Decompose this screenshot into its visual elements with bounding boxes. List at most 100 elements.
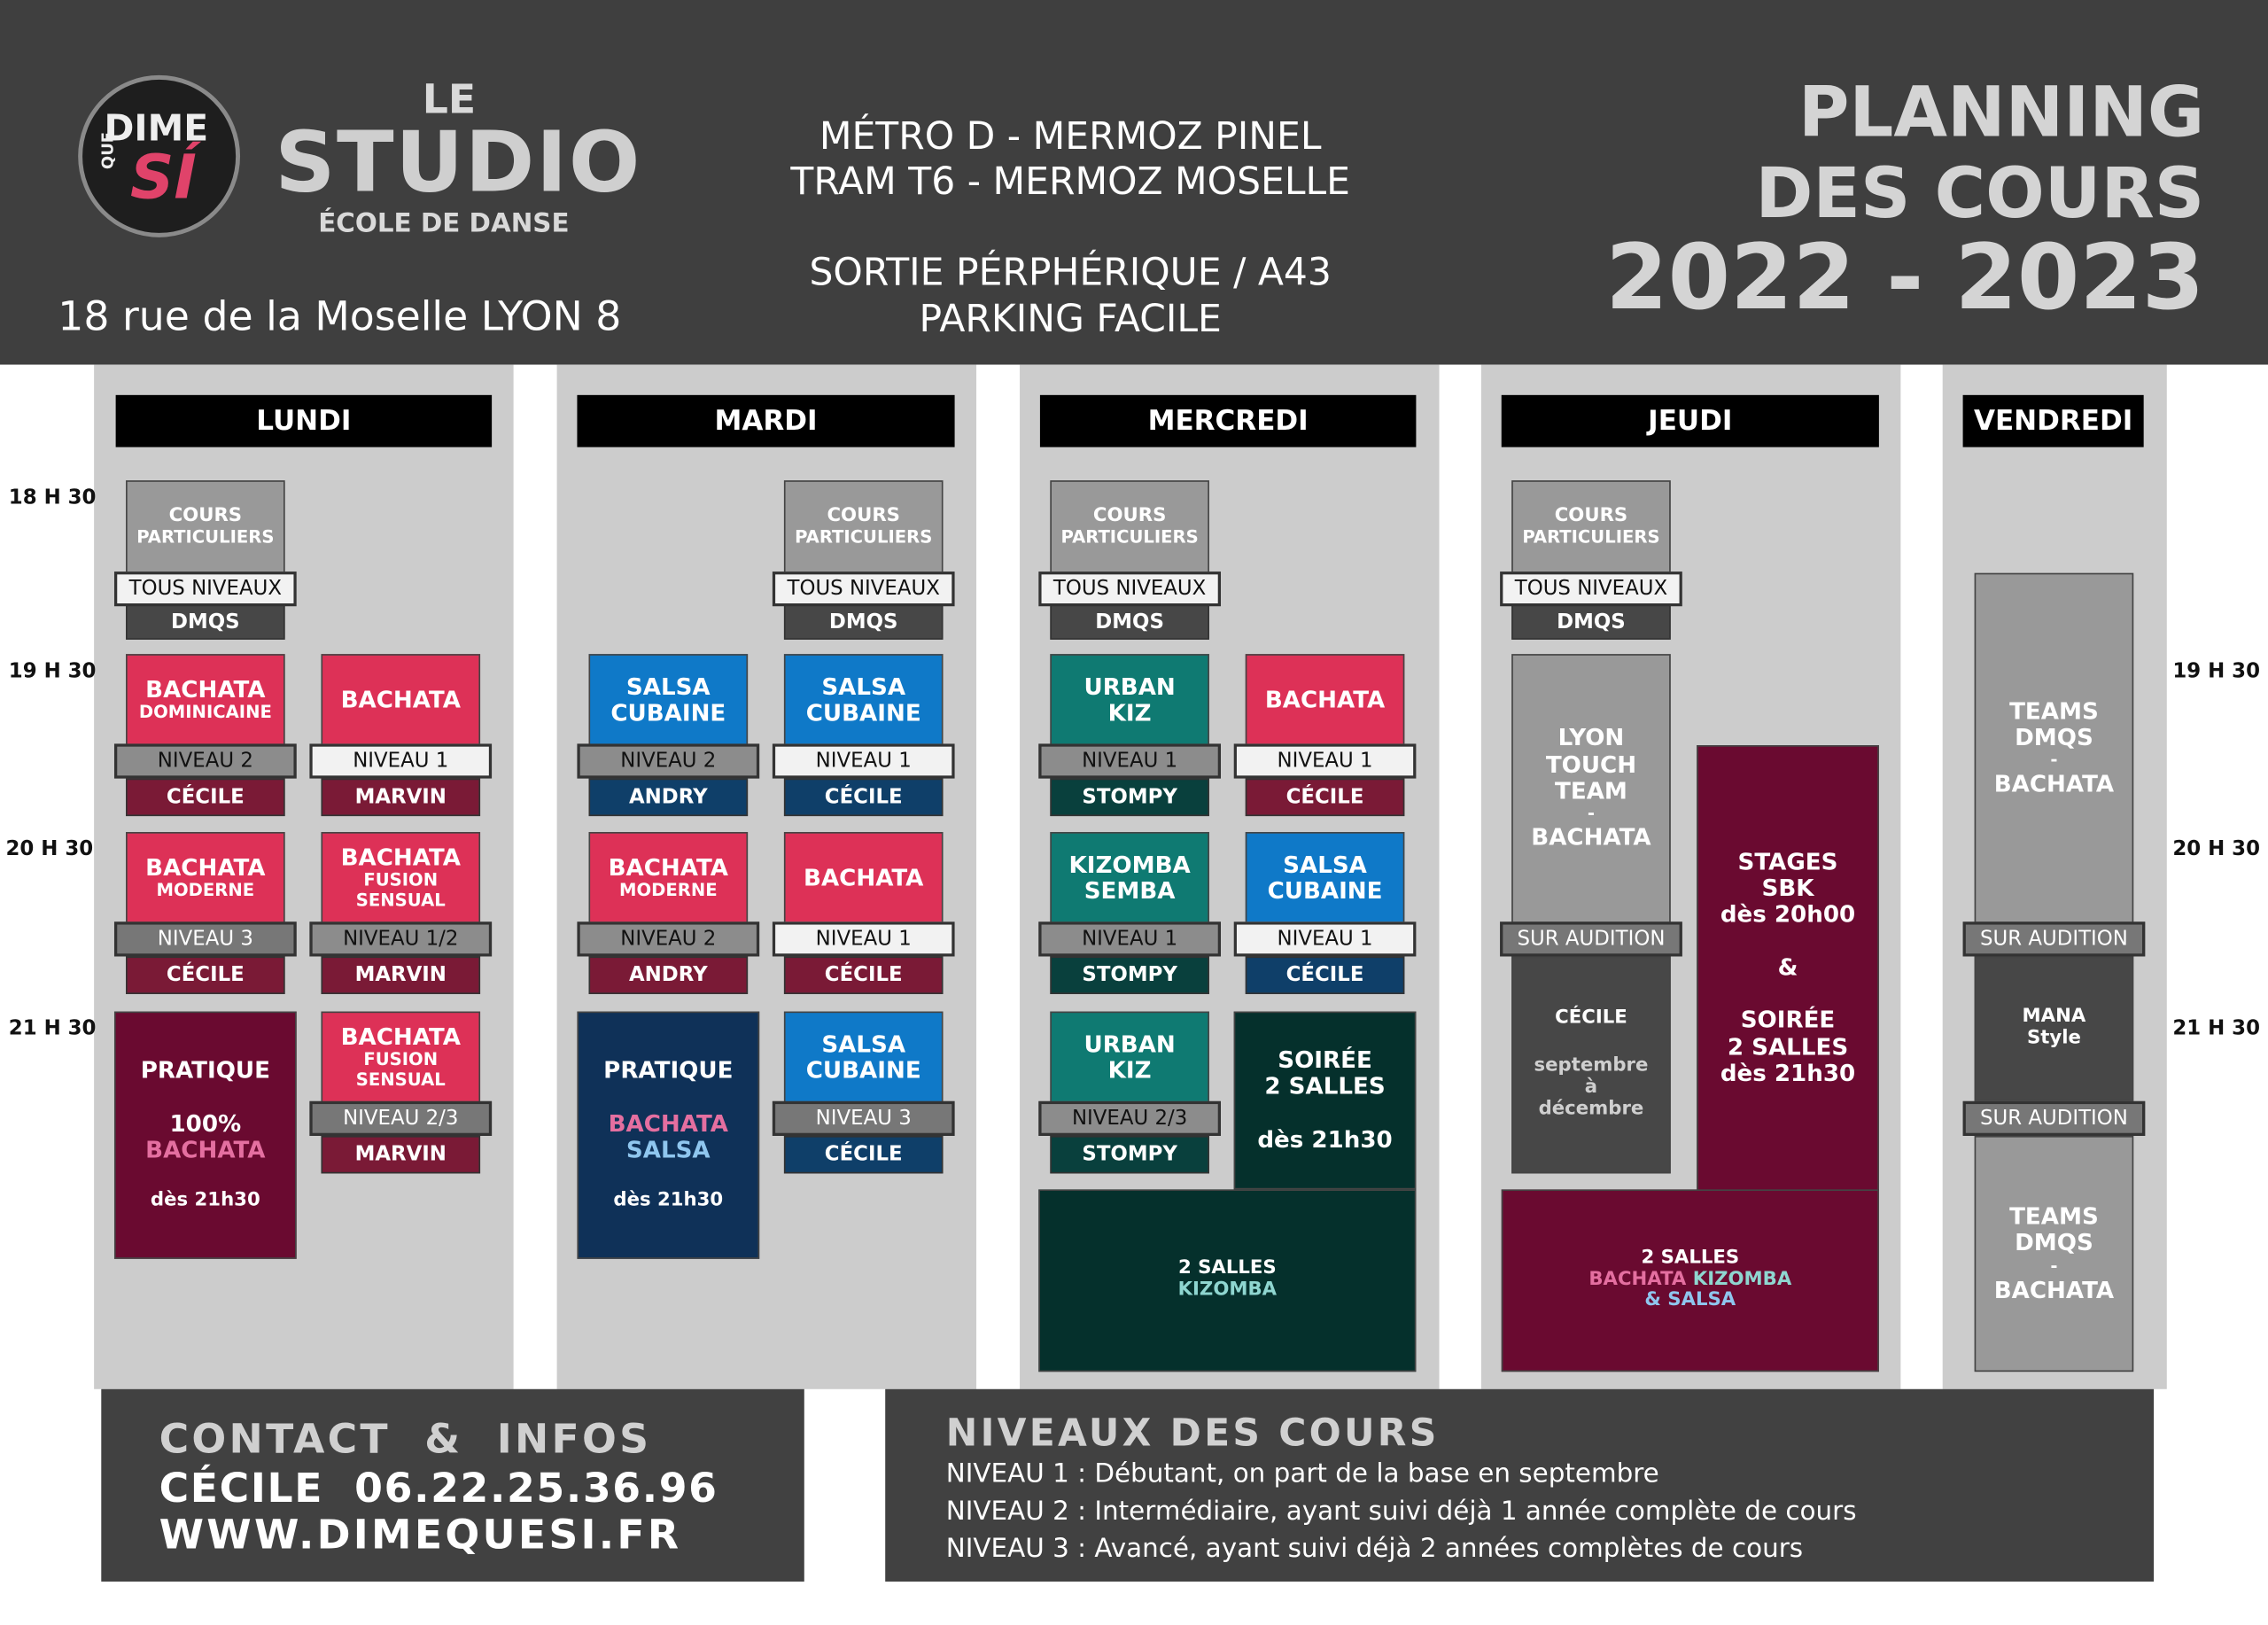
title-des-cours: DES COURS	[1755, 153, 2205, 235]
class-bachata-moderne: BACHATA MODERNE	[588, 832, 749, 925]
levels-title: NIVEAUX DES COURS	[945, 1411, 1440, 1456]
level-tag: NIVEAU 1	[1233, 921, 1417, 957]
class-cours-particuliers: COURS PARTICULIERS	[126, 480, 285, 573]
class-title: BACHATA	[608, 853, 728, 882]
class-bachata-moderne: BACHATA MODERNE	[126, 832, 285, 925]
level-tag: TOUS NIVEAUX	[772, 571, 955, 607]
studio-name: STUDIO	[275, 113, 642, 212]
class-title: BACHATA	[1264, 685, 1386, 713]
level-tag: TOUS NIVEAUX	[1500, 571, 1682, 607]
class-pratique: PRATIQUE BACHATA SALSA dès 21h30	[577, 1011, 760, 1259]
class-urban-kiz: URBAN KIZ	[1050, 654, 1209, 747]
class-title: SALSA	[821, 672, 906, 700]
class-subtitle: CUBAINE	[1267, 876, 1383, 905]
class-subtitle: SALSA	[625, 1136, 711, 1164]
class-subtitle: 2 SALLES	[1727, 1032, 1849, 1061]
style-salsa: & SALSA	[1644, 1289, 1736, 1312]
teacher-tag: CÉCILE	[1245, 778, 1405, 817]
class-mana-style: MANA Style	[1974, 956, 2134, 1101]
level-tag: NIVEAU 1	[309, 743, 493, 779]
class-title: BACHATA	[340, 1022, 461, 1051]
class-time: dès 20h00	[1720, 900, 1856, 929]
time-1930-left: 19 H 30	[8, 659, 97, 683]
separator: -	[1587, 804, 1596, 825]
day-header-lundi: LUNDI	[115, 394, 493, 447]
class-title: TEAMS	[2009, 1202, 2099, 1231]
time-2030-right: 20 H 30	[2172, 837, 2260, 861]
class-title: DMQS	[2015, 1229, 2093, 1257]
level-tag: TOUS NIVEAUX	[1038, 571, 1221, 607]
class-bachata: BACHATA	[1245, 654, 1405, 747]
teacher-tag: CÉCILE	[783, 1135, 944, 1174]
separator: -	[2050, 1256, 2058, 1277]
separator: &	[1777, 952, 1798, 981]
class-title: DMQS	[2015, 723, 2093, 751]
separator: -	[2050, 750, 2058, 771]
access-parking: PARKING FACILE	[919, 298, 1222, 342]
level-tag: TOUS NIVEAUX	[113, 571, 297, 607]
class-subtitle: CUBAINE	[805, 1056, 921, 1085]
contact-box: CONTACT & INFOS CÉCILE 06.22.25.36.96 WW…	[101, 1388, 804, 1582]
class-subtitle: FUSION	[363, 1049, 439, 1070]
level-tag: SUR AUDITION	[1500, 921, 1682, 957]
teacher-tag: CÉCILE	[126, 956, 285, 994]
class-title: SALSA	[1283, 850, 1367, 878]
class-subtitle: BACHATA	[1531, 823, 1651, 851]
class-title: 2 SALLES	[1641, 1247, 1740, 1269]
day-header-vendredi: VENDREDI	[1962, 394, 2144, 447]
access-exit: SORTIE PÉRPHÉRIQUE / A43	[809, 252, 1332, 296]
level-tag: NIVEAU 3	[772, 1100, 955, 1136]
contact-phone: CÉCILE 06.22.25.36.96	[159, 1464, 718, 1512]
level-tag: NIVEAU 1	[772, 743, 955, 779]
class-soiree: SOIRÉE 2 SALLES dès 21h30	[1233, 1011, 1417, 1190]
class-title: SOIRÉE	[1278, 1046, 1372, 1074]
level-tag: NIVEAU 1	[1233, 743, 1417, 779]
class-bachata-fusion-sensual: BACHATA FUSION SENSUAL	[321, 1011, 481, 1105]
class-subtitle: PARTICULIERS	[1522, 525, 1660, 547]
class-salsa-cubaine: SALSA CUBAINE	[783, 654, 944, 747]
class-subtitle: SENSUAL	[355, 890, 446, 911]
level-tag: NIVEAU 1/2	[309, 921, 493, 957]
teacher-tag: STOMPY	[1050, 1135, 1209, 1174]
class-subtitle: KIZOMBA	[1177, 1279, 1278, 1302]
class-time: dès 21h30	[1257, 1125, 1393, 1154]
level-tag: NIVEAU 2	[113, 743, 297, 779]
class-subtitle: CUBAINE	[805, 698, 921, 727]
teacher-tag: CÉCILE	[783, 956, 944, 994]
teacher-tag: CÉCILE	[126, 778, 285, 817]
class-2-salles-mix: 2 SALLES BACHATA KIZOMBA & SALSA	[1501, 1189, 1879, 1372]
class-teams-dmqs-bachata: TEAMS DMQS - BACHATA	[1974, 572, 2134, 923]
class-stages-sbk: STAGES SBK dès 20h00 & SOIRÉE 2 SALLES d…	[1697, 745, 1879, 1192]
level-tag: NIVEAU 2	[577, 921, 760, 957]
class-title: STAGES	[1737, 847, 1838, 875]
period-end: décembre	[1538, 1098, 1644, 1120]
class-title: COURS	[827, 504, 900, 526]
teacher-tag: DMQS	[126, 604, 285, 640]
teacher-cecile-period: CÉCILE septembre à décembre	[1511, 956, 1671, 1174]
class-bachata-fusion-sensual: BACHATA FUSION SENSUAL	[321, 832, 481, 925]
class-subtitle: BACHATA	[1993, 1275, 2115, 1303]
time-2130-left: 21 H 30	[8, 1017, 97, 1041]
planning-board: DIME QUE SÍ LE STUDIO ÉCOLE DE DANSE 18 …	[0, 0, 2268, 1625]
class-kizomba-semba: KIZOMBA SEMBA	[1050, 832, 1209, 925]
teacher-tag: DMQS	[783, 604, 944, 640]
teacher-tag: ANDRY	[588, 956, 749, 994]
class-styles: BACHATA KIZOMBA	[1588, 1268, 1792, 1291]
class-subtitle: BACHATA	[608, 1109, 728, 1138]
class-urban-kiz: URBAN KIZ	[1050, 1011, 1209, 1105]
teacher-tag: DMQS	[1511, 604, 1671, 640]
style-kizomba: KIZOMBA	[1692, 1268, 1792, 1290]
level-2-description: NIVEAU 2 : Intermédiaire, ayant suivi dé…	[945, 1496, 1857, 1527]
class-title: COURS	[168, 504, 243, 526]
class-salsa-cubaine: SALSA CUBAINE	[1245, 832, 1405, 925]
day-header-jeudi: JEUDI	[1501, 394, 1879, 447]
class-title: SALSA	[821, 1030, 906, 1058]
class-title: BACHATA	[145, 853, 266, 882]
time-1930-right: 19 H 30	[2172, 659, 2260, 683]
access-tram: TRAM T6 - MERMOZ MOSELLE	[790, 160, 1350, 205]
class-subtitle: FUSION	[363, 870, 439, 890]
level-tag: NIVEAU 3	[113, 921, 297, 957]
class-lyon-touch-team: LYON TOUCH TEAM - BACHATA	[1511, 654, 1671, 923]
time-1830-left: 18 H 30	[8, 486, 97, 509]
class-subtitle: BACHATA	[1993, 769, 2115, 797]
